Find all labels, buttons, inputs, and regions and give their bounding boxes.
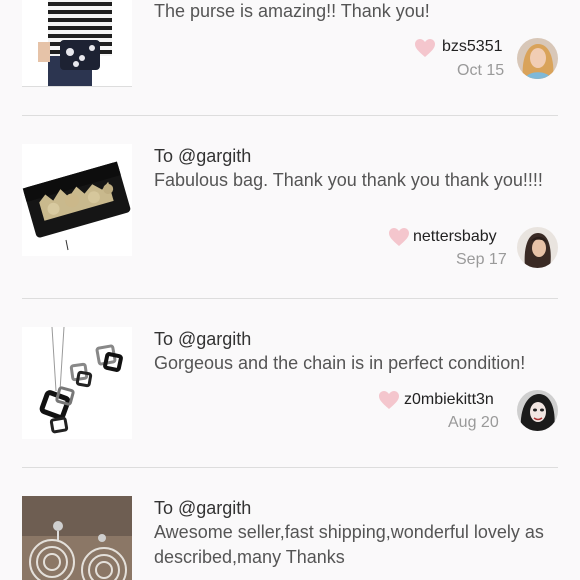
feedback-date: Sep 17 — [456, 251, 507, 268]
username-link[interactable]: nettersbaby — [413, 228, 497, 246]
feedback-item: To @gargith Fabulous bag. Thank you than… — [0, 116, 580, 298]
username-link[interactable]: z0mbiekitt3n — [404, 391, 494, 409]
listing-thumbnail[interactable] — [22, 327, 132, 439]
user-avatar[interactable] — [517, 38, 558, 79]
feedback-date: Oct 15 — [457, 62, 505, 79]
feedback-item: To @gargith Gorgeous and the chain is in… — [0, 299, 580, 467]
feedback-list: The purse is amazing!! Thank you! bzs535… — [0, 0, 580, 580]
feedback-message: Fabulous bag. Thank you thank you thank … — [154, 170, 543, 190]
feedback-message: The purse is amazing!! Thank you! — [154, 1, 430, 21]
feedback-recipient: To @gargith — [154, 146, 252, 166]
feedback-message: Awesome seller,fast shipping,wonderful l… — [154, 522, 544, 567]
heart-icon[interactable] — [414, 38, 436, 58]
heart-icon[interactable] — [378, 390, 400, 410]
heart-icon[interactable] — [388, 227, 410, 247]
user-avatar[interactable] — [517, 390, 558, 431]
listing-thumbnail[interactable] — [22, 0, 132, 87]
feedback-recipient: To @gargith — [154, 498, 252, 518]
feedback-message: Gorgeous and the chain is in perfect con… — [154, 353, 526, 373]
feedback-date: Aug 20 — [448, 414, 499, 431]
username-link[interactable]: bzs5351 — [442, 38, 503, 56]
user-avatar[interactable] — [517, 227, 558, 268]
feedback-item: To @gargith Awesome seller,fast shipping… — [0, 468, 580, 580]
listing-thumbnail[interactable] — [22, 144, 132, 256]
feedback-item: The purse is amazing!! Thank you! bzs535… — [0, 0, 580, 115]
feedback-recipient: To @gargith — [154, 329, 252, 349]
listing-thumbnail[interactable] — [22, 496, 132, 580]
